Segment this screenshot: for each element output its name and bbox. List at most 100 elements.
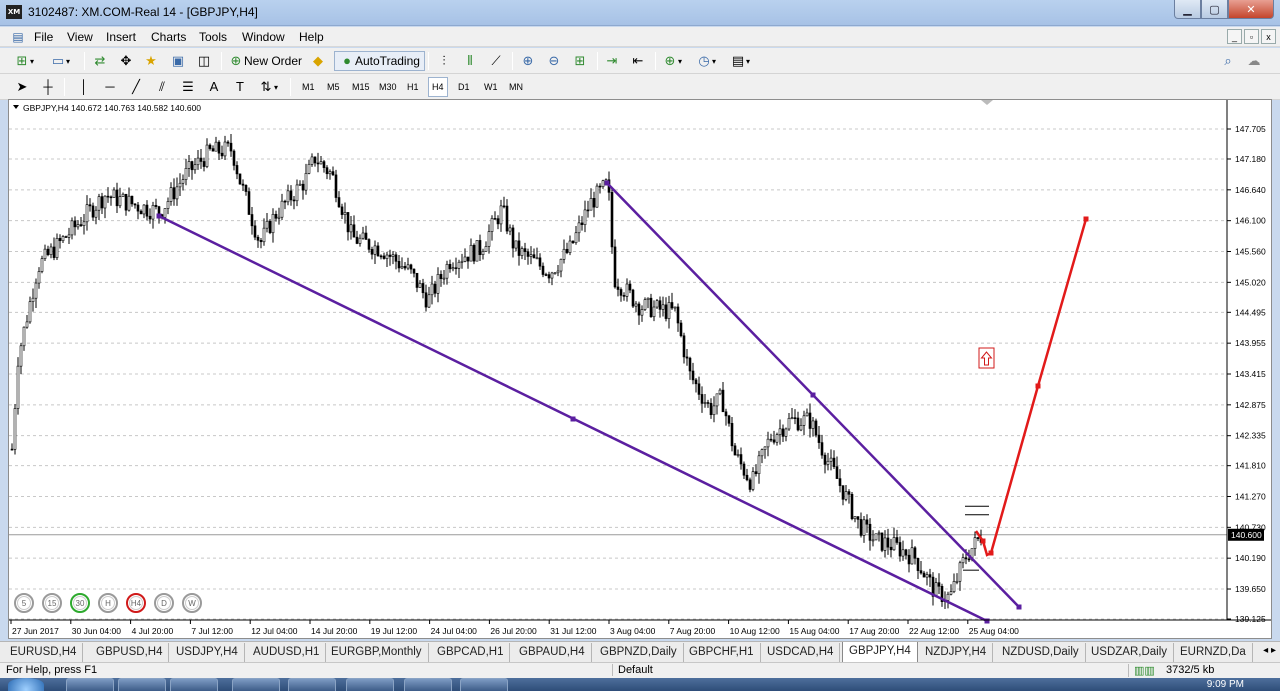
timeframe-m15[interactable]: M15 [349,77,373,97]
zoom-in-button[interactable]: ⊕ [520,51,536,71]
start-button[interactable] [8,678,44,691]
new-chart-button[interactable]: ⊞ ▾ [14,51,34,71]
crosshair-tool[interactable]: ┼ [40,77,56,97]
mdi-close-button[interactable]: x [1261,29,1276,44]
taskbar-explorer[interactable] [66,678,114,691]
profiles-button[interactable]: ▭ ▾ [50,51,70,71]
tab-nzdusd-daily[interactable]: NZDUSD,Daily [996,643,1086,662]
search-button[interactable]: ⌕ [1220,51,1236,71]
timeframe-circles[interactable]: 5 15 30 H H4 D W [14,593,202,613]
timeframe-d1[interactable]: D1 [455,77,473,97]
mdi-minimize-button[interactable]: _ [1227,29,1242,44]
taskbar-app-2[interactable] [118,678,166,691]
cursor-tool[interactable]: ➤ [14,77,30,97]
timeframe-h4[interactable]: H4 [428,77,448,97]
taskbar-firefox[interactable] [170,678,218,691]
candle-body [919,570,923,574]
document-icon[interactable]: ▤ [10,29,26,45]
line-chart-button[interactable]: ⟋ [488,51,504,71]
terminal-button[interactable]: ▣ [170,51,186,71]
candle-body [430,283,434,296]
chart-shift-button[interactable]: ⇤ [630,51,646,71]
trendlines[interactable] [156,180,1089,624]
tab-usdjpy-h4[interactable]: USDJPY,H4 [170,643,245,662]
menu-file[interactable]: File [34,30,53,44]
menu-charts[interactable]: Charts [151,30,186,44]
standard-toolbar: ⊞ ▾ ▭ ▾ ⇄ ✥ ★ ▣ ◫ ⊕ New Order ◆ ● AutoTradin… [0,48,1280,74]
data-window-button[interactable]: ✥ [118,51,134,71]
price-chart[interactable]: 147.705 147.180 146.640 146.100 145.560 145.0… [9,100,1271,638]
tab-eurusd-h4[interactable]: EURUSD,H4 [4,643,84,662]
chart-window[interactable]: 147.705 147.180 146.640 146.100 145.560 145.0… [8,99,1272,639]
strategy-tester-button[interactable]: ◫ [196,51,212,71]
taskbar-app-7[interactable] [404,678,452,691]
close-button[interactable]: ✕ [1228,0,1274,19]
chart-menu-triangle-icon[interactable] [13,105,19,109]
menu-window[interactable]: Window [242,30,285,44]
periods-button[interactable]: ◷ ▾ [696,51,716,71]
timeframe-mn[interactable]: MN [506,77,526,97]
minimize-button[interactable]: ▁ [1174,0,1201,19]
timeframe-m5[interactable]: M5 [324,77,343,97]
tab-gbpnzd-daily[interactable]: GBPNZD,Daily [594,643,684,662]
timeframe-w1[interactable]: W1 [481,77,501,97]
metaeditor-button[interactable]: ◆ [310,51,326,71]
tab-gbpchf-h1[interactable]: GBPCHF,H1 [683,643,761,662]
autoscroll-button[interactable]: ⇥ [604,51,620,71]
horizontal-line-tool[interactable]: ─ [102,77,118,97]
maximize-button[interactable]: ▢ [1201,0,1228,19]
tab-eurgbp-monthly[interactable]: EURGBP,Monthly [325,643,429,662]
channel-tool[interactable]: ⫽ [154,77,170,97]
tab-usdzar-daily[interactable]: USDZAR,Daily [1085,643,1175,662]
candle-body [235,165,239,175]
fibonacci-tool[interactable]: ☰ [180,77,196,97]
tab-audusd-h1[interactable]: AUDUSD,H1 [247,643,327,662]
taskbar-metatrader[interactable] [346,678,394,691]
navigator-button[interactable]: ★ [143,51,159,71]
candle-body [913,547,917,559]
text-tool[interactable]: A [206,77,222,97]
chart-shift-marker-icon[interactable] [981,100,993,105]
tab-gbpcad-h1[interactable]: GBPCAD,H1 [431,643,511,662]
candle-body [388,254,392,257]
candle-body [667,302,671,319]
trendline-tool[interactable]: ╱ [128,77,144,97]
candlestick-button[interactable]: ⫴ [462,51,478,71]
mdi-restore-button[interactable]: ▫ [1244,29,1259,44]
tab-scroll-arrows[interactable]: ◂ ▸ [1263,645,1276,656]
tab-eurnzd-daily[interactable]: EURNZD,Da [1174,643,1253,662]
templates-button[interactable]: ▤ ▾ [730,51,750,71]
indicators-button[interactable]: ⊕ ▾ [662,51,682,71]
menu-bar: ▤ File View Insert Charts Tools Window H… [0,27,1280,47]
taskbar-app-8[interactable] [460,678,508,691]
vertical-line-tool[interactable]: │ [76,77,92,97]
menu-insert[interactable]: Insert [106,30,136,44]
taskbar-app-5[interactable] [288,678,336,691]
candle-body [508,227,512,232]
candle-body [286,190,290,203]
chat-button[interactable]: ☁ [1246,51,1262,71]
zoom-in-icon: ⊕ [522,53,534,68]
tab-gbpjpy-h4[interactable]: GBPJPY,H4 [842,642,918,663]
menu-view[interactable]: View [67,30,93,44]
taskbar-chrome[interactable] [232,678,280,691]
timeframe-m30[interactable]: M30 [376,77,400,97]
menu-tools[interactable]: Tools [199,30,227,44]
zoom-out-button[interactable]: ⊖ [546,51,562,71]
menu-help[interactable]: Help [299,30,324,44]
market-watch-button[interactable]: ⇄ [92,51,108,71]
autotrading-button[interactable]: ● AutoTrading [334,51,425,71]
arrows-tool[interactable]: ⇅ ▾ [258,77,278,97]
tab-usdcad-h4[interactable]: USDCAD,H4 [761,643,841,662]
timeframe-m1[interactable]: M1 [299,77,318,97]
new-order-button[interactable]: ⊕ New Order [228,51,302,71]
tab-gbpusd-h4[interactable]: GBPUSD,H4 [90,643,170,662]
timeframe-h1[interactable]: H1 [404,77,422,97]
bar-chart-button[interactable]: ⫶ [436,51,452,71]
label-tool[interactable]: T [232,77,248,97]
tab-gbpaud-h4[interactable]: GBPAUD,H4 [513,643,592,662]
candle-body [826,460,830,465]
tab-nzdjpy-h4[interactable]: NZDJPY,H4 [919,643,994,662]
new-chart-icon: ⊞ [16,53,28,68]
tile-windows-button[interactable]: ⊞ [572,51,588,71]
